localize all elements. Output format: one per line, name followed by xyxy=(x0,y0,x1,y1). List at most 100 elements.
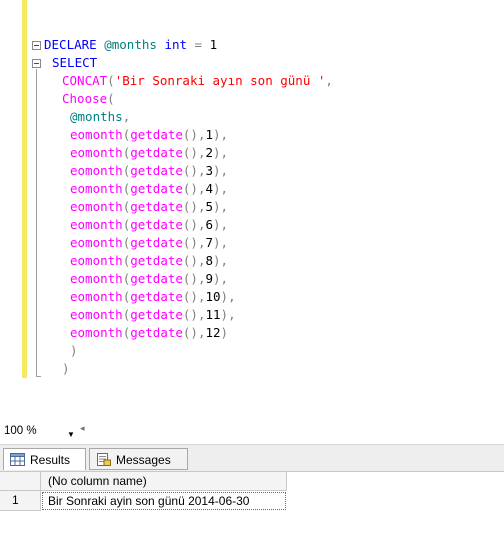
code-token: 5 xyxy=(205,199,214,214)
code-token: getdate xyxy=(130,289,183,304)
code-token: ) xyxy=(220,325,229,340)
tab-results[interactable]: Results xyxy=(3,448,86,470)
code-token: 2 xyxy=(205,145,214,160)
code-token: ), xyxy=(213,235,229,250)
code-line[interactable]: ) xyxy=(70,342,78,360)
code-line[interactable]: eomonth(getdate(),11), xyxy=(70,306,236,324)
code-token: Choose xyxy=(62,91,108,106)
code-line[interactable]: eomonth(getdate(),2), xyxy=(70,144,228,162)
code-token: , xyxy=(325,73,333,88)
code-token: 12 xyxy=(205,325,221,340)
code-token: (), xyxy=(182,271,206,286)
code-line[interactable]: CONCAT('Bir Sonraki ayın son günü ', xyxy=(62,72,333,90)
code-token: eomonth xyxy=(70,127,123,142)
code-token: ) xyxy=(62,361,70,376)
code-token: (), xyxy=(182,217,206,232)
code-token: eomonth xyxy=(70,145,123,160)
code-token: 1 xyxy=(205,127,214,142)
collapse-select-icon[interactable] xyxy=(32,59,41,68)
code-token: getdate xyxy=(130,199,183,214)
row-header[interactable]: 1 xyxy=(0,491,41,511)
column-header[interactable]: (No column name) xyxy=(41,472,287,491)
code-token: ), xyxy=(213,127,229,142)
grid-corner[interactable] xyxy=(0,472,41,491)
code-token: ), xyxy=(220,307,236,322)
code-line[interactable]: eomonth(getdate(),5), xyxy=(70,198,228,216)
code-token: ), xyxy=(213,271,229,286)
code-token: ), xyxy=(213,199,229,214)
changed-lines-marker xyxy=(22,0,27,378)
code-token: (), xyxy=(182,181,206,196)
chevron-down-icon[interactable]: ▼ xyxy=(67,426,75,444)
code-token: 1 xyxy=(209,37,218,52)
code-line[interactable]: eomonth(getdate(),4), xyxy=(70,180,228,198)
code-token: 6 xyxy=(205,217,214,232)
code-token: 'Bir Sonraki ayın son günü ' xyxy=(114,73,326,88)
code-token: (), xyxy=(182,253,206,268)
code-line[interactable]: eomonth(getdate(),1), xyxy=(70,126,228,144)
code-token: (), xyxy=(182,199,206,214)
code-token: 11 xyxy=(205,307,221,322)
messages-icon xyxy=(97,453,111,466)
code-token: ), xyxy=(213,145,229,160)
code-token: getdate xyxy=(130,217,183,232)
code-token: eomonth xyxy=(70,181,123,196)
code-token: , xyxy=(122,109,131,124)
results-tab-strip: Results Messages xyxy=(0,444,504,471)
code-token: 9 xyxy=(205,271,214,286)
code-token: getdate xyxy=(130,163,183,178)
code-token: ( xyxy=(107,73,115,88)
tab-messages[interactable]: Messages xyxy=(89,448,188,470)
code-token: ), xyxy=(220,289,236,304)
code-token: eomonth xyxy=(70,199,123,214)
results-grid[interactable]: (No column name) 1 Bir Sonraki ayin son … xyxy=(0,471,504,535)
collapse-declare-icon[interactable] xyxy=(32,41,41,50)
code-token: eomonth xyxy=(70,289,123,304)
code-token: 7 xyxy=(205,235,214,250)
result-cell[interactable]: Bir Sonraki ayin son günü 2014-06-30 xyxy=(42,492,286,510)
code-line[interactable]: eomonth(getdate(),7), xyxy=(70,234,228,252)
code-line[interactable]: @months, xyxy=(70,108,130,126)
code-token: getdate xyxy=(130,325,183,340)
code-line[interactable]: eomonth(getdate(),9), xyxy=(70,270,228,288)
code-line[interactable]: eomonth(getdate(),6), xyxy=(70,216,228,234)
code-token: getdate xyxy=(130,253,183,268)
code-token: = xyxy=(187,37,210,52)
code-line[interactable]: Choose( xyxy=(62,90,115,108)
scroll-left-icon[interactable]: ◂ xyxy=(80,423,85,434)
code-token: (), xyxy=(182,235,206,250)
code-token: eomonth xyxy=(70,163,123,178)
code-token: (), xyxy=(182,145,206,160)
code-token: (), xyxy=(182,127,206,142)
code-line[interactable]: eomonth(getdate(),3), xyxy=(70,162,228,180)
query-editor[interactable]: DECLARE @months int = 1 SELECT CONCAT('Bir… xyxy=(0,0,504,420)
code-token: getdate xyxy=(130,181,183,196)
code-token: eomonth xyxy=(70,217,123,232)
code-line[interactable]: eomonth(getdate(),8), xyxy=(70,252,228,270)
code-token: eomonth xyxy=(70,307,123,322)
code-line[interactable]: SELECT xyxy=(52,54,97,72)
zoom-dropdown[interactable]: 100 % ▼ xyxy=(4,422,75,440)
editor-status-row: 100 % ▼ ◂ xyxy=(0,420,504,442)
code-token: getdate xyxy=(130,235,183,250)
code-line[interactable]: eomonth(getdate(),12) xyxy=(70,324,228,342)
outline-guide xyxy=(36,69,37,376)
code-token: int xyxy=(164,37,188,52)
code-token: getdate xyxy=(130,307,183,322)
code-token: (), xyxy=(182,325,206,340)
code-token: ), xyxy=(213,253,229,268)
code-line[interactable]: eomonth(getdate(),10), xyxy=(70,288,236,306)
tab-results-label: Results xyxy=(30,453,71,467)
code-token: ), xyxy=(213,181,229,196)
code-token: 10 xyxy=(205,289,221,304)
code-line[interactable]: DECLARE @months int = 1 xyxy=(44,36,217,54)
code-token: SELECT xyxy=(52,55,98,70)
code-line[interactable]: ) xyxy=(62,360,70,378)
code-token: ), xyxy=(213,163,229,178)
tab-messages-label: Messages xyxy=(116,453,171,467)
zoom-level: 100 % xyxy=(4,425,37,437)
code-token: 4 xyxy=(205,181,214,196)
code-token: (), xyxy=(182,289,206,304)
code-token: @months xyxy=(70,109,123,124)
code-token: getdate xyxy=(130,127,183,142)
